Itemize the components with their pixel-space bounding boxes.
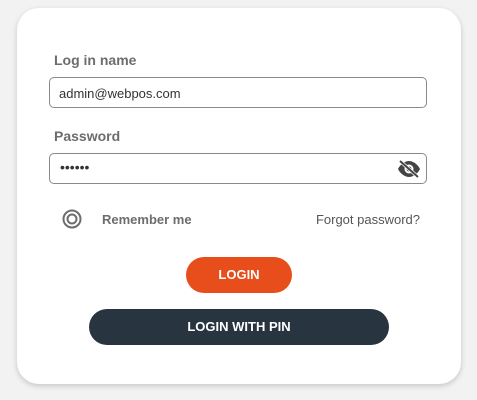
password-input[interactable]: •••••• — [49, 153, 427, 184]
login-with-pin-button[interactable]: LOGIN WITH PIN — [89, 309, 389, 345]
remember-me-label[interactable]: Remember me — [102, 212, 192, 227]
remember-me-radio[interactable] — [62, 209, 82, 229]
eye-slash-icon[interactable] — [397, 159, 421, 179]
username-input[interactable]: admin@webpos.com — [49, 77, 427, 108]
login-button[interactable]: LOGIN — [186, 257, 292, 293]
forgot-password-link[interactable]: Forgot password? — [316, 212, 420, 227]
username-value: admin@webpos.com — [59, 86, 181, 101]
password-label: Password — [54, 128, 121, 144]
login-card: Log in name admin@webpos.com Password ••… — [17, 8, 461, 384]
password-value: •••••• — [60, 159, 90, 175]
username-label: Log in name — [54, 52, 137, 68]
